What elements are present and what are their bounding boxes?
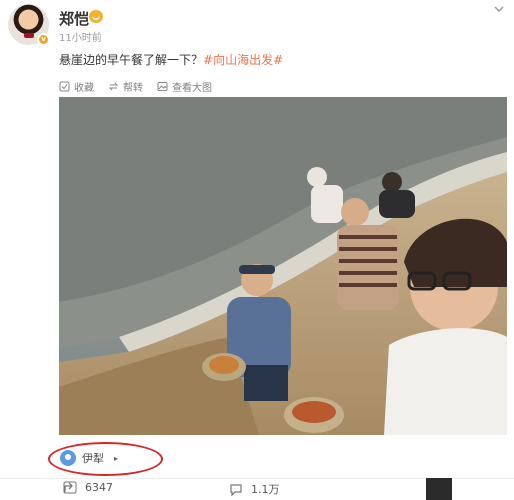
avatar-bowtie xyxy=(24,33,34,38)
favorite-button[interactable]: 收藏 xyxy=(59,79,94,94)
post-timestamp: 11小时前 xyxy=(59,33,102,44)
more-options-button[interactable] xyxy=(494,2,504,17)
comment-icon xyxy=(230,483,242,496)
chevron-right-icon: ▸ xyxy=(114,453,119,463)
image-icon xyxy=(157,81,168,91)
repost-button[interactable]: 帮转 xyxy=(108,79,143,94)
comment-stat[interactable]: 1.1万 xyxy=(229,481,280,497)
action-row: 收藏 帮转 查看大图 xyxy=(59,79,212,94)
verified-badge-icon: v xyxy=(37,33,50,46)
cliff-brunch-photo xyxy=(59,97,507,435)
topic-link[interactable]: #向山海出发# xyxy=(203,53,283,67)
vip-smile-icon xyxy=(89,10,103,23)
comment-count: 1.1万 xyxy=(251,483,280,496)
view-large-button[interactable]: 查看大图 xyxy=(157,79,212,94)
username[interactable]: 郑恺 xyxy=(59,8,89,29)
chevron-down-icon xyxy=(494,6,504,12)
favorite-label: 收藏 xyxy=(74,82,94,94)
repost-count: 6347 xyxy=(85,481,113,494)
repost-stat[interactable]: 6347 xyxy=(63,481,113,494)
view-large-label: 查看大图 xyxy=(172,82,212,94)
repost-label: 帮转 xyxy=(123,82,143,94)
location-pin-icon xyxy=(60,450,76,466)
location-tag[interactable]: 伊犁 ▸ xyxy=(60,450,118,466)
post-text: 悬崖边的早午餐了解一下？#向山海出发# xyxy=(59,51,283,68)
post-photo[interactable] xyxy=(59,97,507,435)
share-icon xyxy=(63,481,77,494)
repost-icon xyxy=(108,82,119,90)
favorite-icon xyxy=(59,81,70,91)
location-name: 伊犁 xyxy=(82,452,104,465)
post-body: 悬崖边的早午餐了解一下？ xyxy=(59,53,204,67)
like-button-overlay[interactable] xyxy=(426,478,452,500)
